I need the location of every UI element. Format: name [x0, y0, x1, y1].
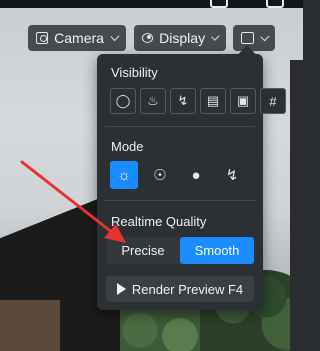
chevron-down-icon — [110, 31, 120, 41]
camera-label: Camera — [54, 30, 104, 46]
run-icon[interactable]: ↯ — [218, 161, 246, 189]
render-settings-icon — [241, 32, 254, 44]
grid-icon[interactable]: # — [260, 88, 286, 114]
camera-button[interactable]: Camera — [28, 25, 126, 51]
render-settings-panel: Visibility ◯ ♨ ↯ ▤ ▣ # Mode ☼ ☉ ● ↯ Real… — [97, 54, 286, 310]
globe-icon[interactable]: ☉ — [146, 161, 174, 189]
texture-icon[interactable]: ▤ — [200, 88, 226, 114]
eye-icon — [142, 33, 154, 43]
top-edge — [0, 0, 303, 8]
chevron-down-icon — [259, 31, 269, 41]
chevron-down-icon — [211, 31, 220, 41]
top-mark-right — [266, 0, 284, 8]
play-icon — [116, 283, 126, 295]
sun-icon[interactable]: ☼ — [110, 161, 138, 189]
visibility-label: Visibility — [111, 65, 158, 80]
divider — [105, 200, 255, 201]
smooth-option[interactable]: Smooth — [180, 237, 254, 264]
fire-icon[interactable]: ♨ — [140, 88, 166, 114]
display-label: Display — [159, 30, 206, 46]
render-preview-label: Render Preview F4 — [131, 281, 244, 297]
video-icon[interactable]: ▣ — [230, 88, 256, 114]
render-preview-button[interactable]: Render Preview F4 — [106, 276, 254, 302]
quality-toggle: Precise Smooth — [106, 237, 254, 264]
light-bulb-icon[interactable]: ◯ — [110, 88, 136, 114]
right-strip — [290, 60, 303, 351]
mode-label: Mode — [111, 139, 144, 154]
precise-option[interactable]: Precise — [106, 237, 180, 264]
building-base — [0, 300, 60, 351]
sphere-icon[interactable]: ● — [182, 161, 210, 189]
camera-icon — [36, 32, 49, 44]
mode-icons: ☼ ☉ ● ↯ — [110, 161, 246, 189]
render-settings-button[interactable] — [233, 25, 275, 51]
display-button[interactable]: Display — [134, 25, 226, 51]
visibility-icons: ◯ ♨ ↯ ▤ ▣ # — [110, 88, 286, 114]
path-icon[interactable]: ↯ — [170, 88, 196, 114]
top-mark-left — [210, 0, 228, 8]
divider — [105, 126, 255, 127]
quality-label: Realtime Quality — [111, 214, 207, 229]
